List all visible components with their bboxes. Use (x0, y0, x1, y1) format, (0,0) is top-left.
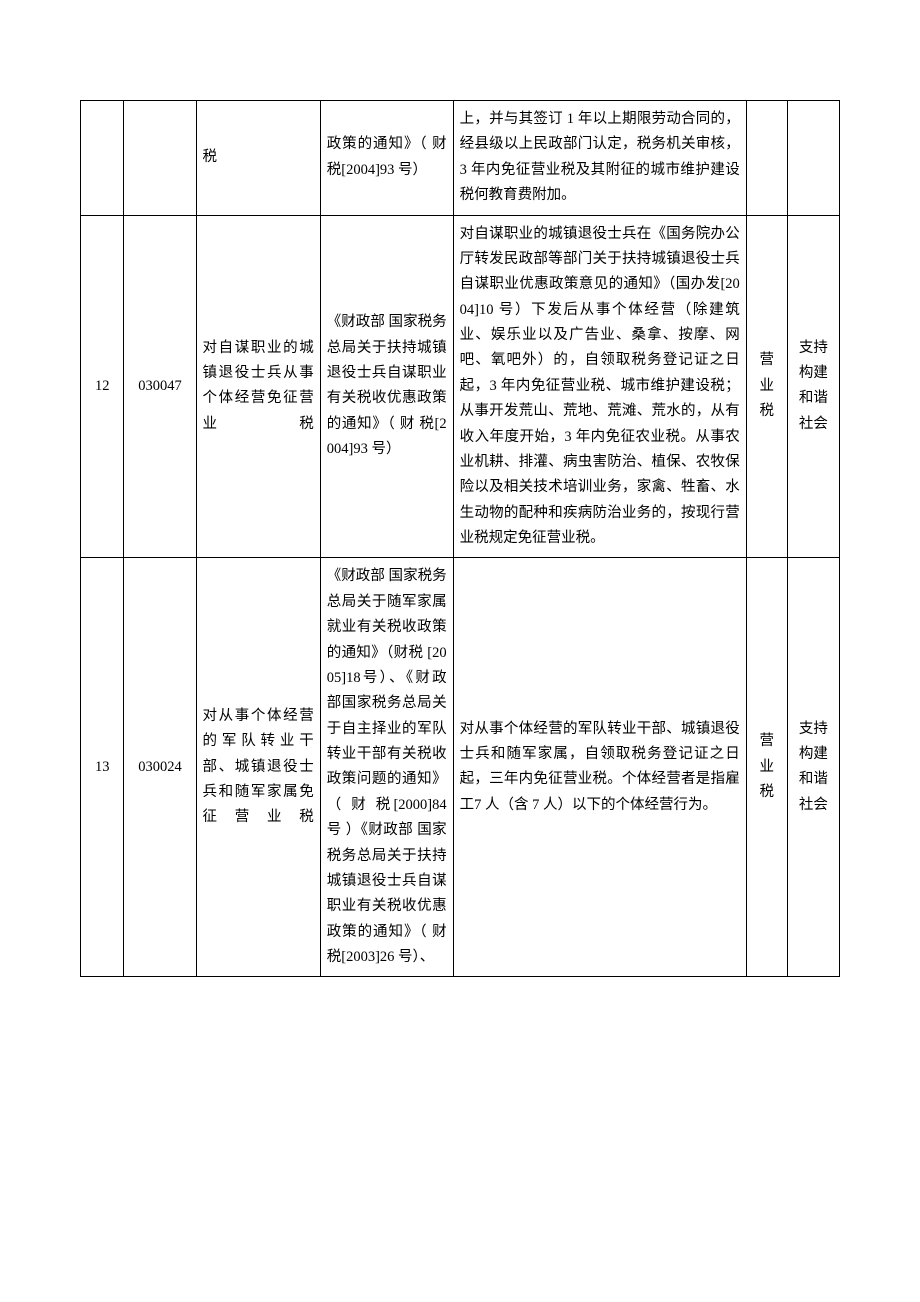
cell-basis: 《财政部 国家税务总局关于随军家属就业有关税收政策的通知》（财税 [2005]1… (320, 558, 453, 977)
table-row: 税 政策的通知》（ 财 税[2004]93 号） 上，并与其签订 1 年以上期限… (81, 101, 840, 216)
cell-code: 030024 (124, 558, 196, 977)
cell-seq (81, 101, 124, 216)
policy-table: 税 政策的通知》（ 财 税[2004]93 号） 上，并与其签订 1 年以上期限… (80, 100, 840, 977)
cell-cat (787, 101, 839, 216)
cell-code (124, 101, 196, 216)
cell-seq: 12 (81, 215, 124, 558)
document-page: 税 政策的通知》（ 财 税[2004]93 号） 上，并与其签订 1 年以上期限… (0, 0, 920, 1037)
cell-cat: 支持构建和谐社会 (787, 558, 839, 977)
cell-basis: 政策的通知》（ 财 税[2004]93 号） (320, 101, 453, 216)
cell-name: 税 (196, 101, 320, 216)
cell-desc: 对自谋职业的城镇退役士兵在《国务院办公厅转发民政部等部门关于扶持城镇退役士兵自谋… (453, 215, 746, 558)
cell-desc: 对从事个体经营的军队转业干部、城镇退役士兵和随军家属，自领取税务登记证之日起，三… (453, 558, 746, 977)
cell-desc: 上，并与其签订 1 年以上期限劳动合同的，经县级以上民政部门认定，税务机关审核，… (453, 101, 746, 216)
cell-tax (746, 101, 787, 216)
table-row: 12 030047 对自谋职业的城镇退役士兵从事个体经营免征营业税 《财政部 国… (81, 215, 840, 558)
cell-tax: 营业税 (746, 558, 787, 977)
cell-name: 对自谋职业的城镇退役士兵从事个体经营免征营业税 (196, 215, 320, 558)
cell-tax: 营业税 (746, 215, 787, 558)
cell-code: 030047 (124, 215, 196, 558)
table-row: 13 030024 对从事个体经营的军队转业干部、城镇退役士兵和随军家属免征营业… (81, 558, 840, 977)
cell-basis: 《财政部 国家税务总局关于扶持城镇退役士兵自谋职业有关税收优惠政策的通知》（ 财… (320, 215, 453, 558)
cell-name: 对从事个体经营的军队转业干部、城镇退役士兵和随军家属免征营业税 (196, 558, 320, 977)
cell-cat: 支持构建和谐社会 (787, 215, 839, 558)
cell-seq: 13 (81, 558, 124, 977)
